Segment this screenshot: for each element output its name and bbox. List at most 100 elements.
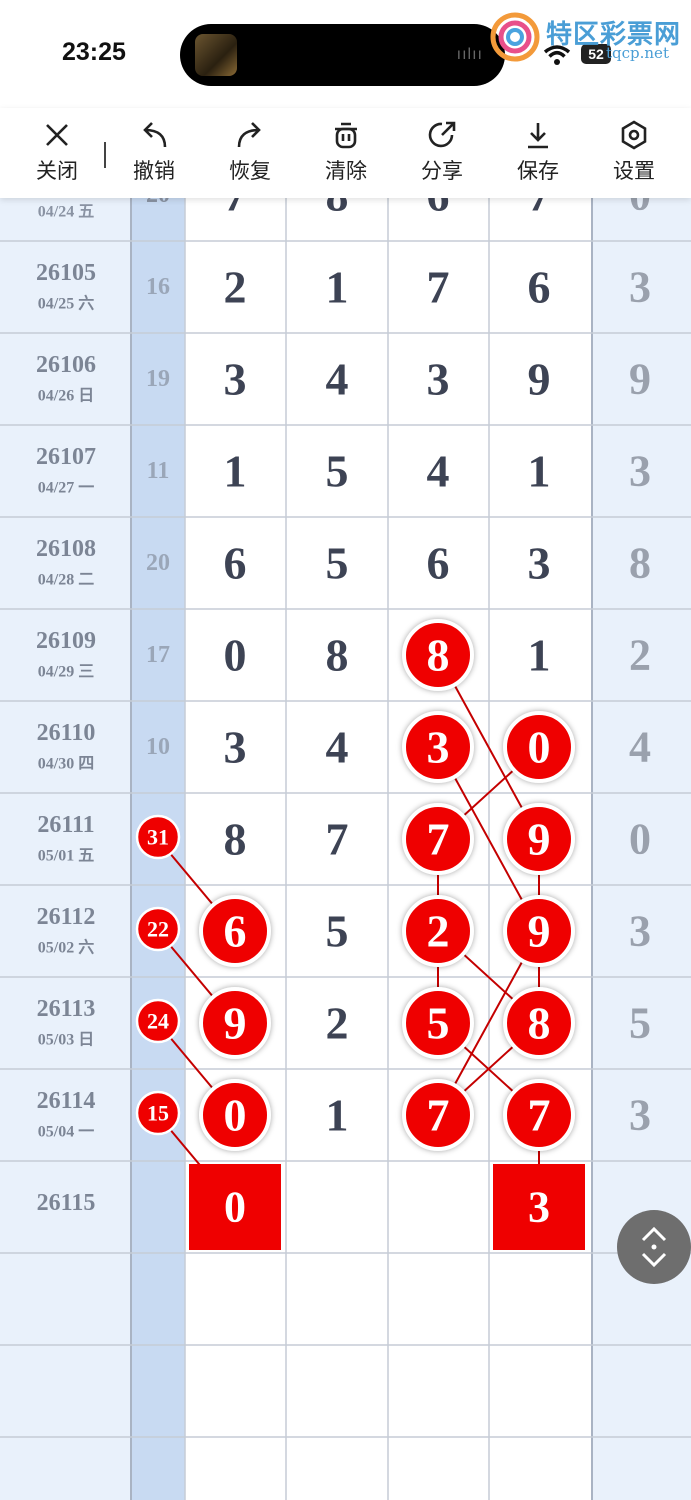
digit-cell: 0	[224, 1183, 246, 1232]
undo-button[interactable]: 撤销	[114, 120, 194, 185]
row-date: 05/02 六	[38, 938, 94, 957]
digit-cell: 8	[326, 630, 349, 681]
status-time: 23:25	[62, 38, 126, 66]
tail-value: 3	[629, 447, 651, 496]
status-bar: 23:25 ıılıı 52 特区彩票网 tqcp.net	[0, 0, 691, 108]
tail-value: 5	[629, 999, 651, 1048]
row-date: 05/01 五	[38, 848, 94, 865]
digit-cell: 5	[326, 538, 349, 589]
digit-cell: 7	[427, 814, 450, 865]
settings-label: 设置	[613, 159, 655, 183]
dynamic-island: ıılıı	[180, 24, 505, 86]
close-label: 关闭	[36, 159, 78, 183]
redo-button[interactable]: 恢复	[210, 120, 290, 185]
issue-column-bg	[0, 190, 131, 1500]
chevron-up-down-icon	[641, 1226, 667, 1268]
row-date: 05/03 日	[38, 1031, 94, 1049]
undo-icon	[143, 122, 167, 148]
redo-icon	[237, 122, 261, 148]
digit-cell: 8	[427, 630, 450, 681]
save-button[interactable]: 保存	[498, 120, 578, 185]
digit-cell: 5	[326, 446, 349, 497]
watermark-url: tqcp.net	[606, 44, 669, 62]
row-date: 05/04 一	[38, 1124, 94, 1141]
download-icon	[528, 123, 548, 149]
row-date: 04/30 四	[38, 756, 94, 773]
scroll-toggle-button[interactable]	[617, 1210, 691, 1284]
digit-cell: 6	[224, 906, 247, 957]
album-art-icon	[195, 34, 237, 76]
row-date: 04/24 五	[38, 204, 94, 221]
tail-value: 8	[629, 539, 651, 588]
trash-icon	[335, 122, 357, 149]
clear-label: 清除	[325, 159, 367, 183]
close-button[interactable]: 关闭	[17, 120, 97, 185]
share-label: 分享	[421, 159, 463, 183]
issue-number: 26105	[36, 260, 96, 286]
digit-cell: 6	[427, 538, 450, 589]
digit-cell: 1	[326, 1090, 349, 1141]
digit-cell: 9	[528, 906, 551, 957]
site-logo-icon	[490, 12, 540, 62]
settings-icon	[621, 120, 647, 150]
sum-value: 20	[146, 550, 170, 576]
redo-label: 恢复	[229, 159, 271, 183]
issue-number: 26106	[36, 352, 96, 378]
digit-cell: 3	[427, 354, 450, 405]
issue-number: 26108	[36, 536, 96, 562]
digit-cell: 3	[427, 722, 450, 773]
close-icon	[46, 124, 68, 146]
issue-number: 26115	[37, 1190, 96, 1216]
digit-cell: 3	[224, 354, 247, 405]
tail-value: 9	[629, 355, 651, 404]
tail-value: 3	[629, 263, 651, 312]
tail-value: 3	[629, 1091, 651, 1140]
row-date: 04/28 二	[38, 572, 94, 589]
issue-number: 26112	[37, 904, 96, 930]
digit-cell: 0	[528, 722, 551, 773]
digit-cell: 2	[326, 998, 349, 1049]
digit-cell: 1	[326, 262, 349, 313]
digit-cell: 6	[528, 262, 551, 313]
undo-label: 撤销	[133, 159, 175, 183]
issue-number: 26107	[36, 444, 96, 470]
row-date: 04/29 三	[38, 664, 94, 681]
clear-button[interactable]: 清除	[306, 120, 386, 185]
digit-cell: 5	[326, 906, 349, 957]
digit-cell: 2	[427, 906, 450, 957]
digit-cell: 9	[528, 814, 551, 865]
digit-cell: 0	[224, 1090, 247, 1141]
digit-cell: 3	[528, 1183, 550, 1232]
sum-value: 16	[146, 274, 170, 300]
digit-cell: 9	[528, 354, 551, 405]
digit-cell: 6	[224, 538, 247, 589]
digit-cell: 7	[427, 1090, 450, 1141]
digit-cell: 4	[326, 722, 349, 773]
digit-cell: 1	[224, 446, 247, 497]
issue-number: 26109	[36, 628, 96, 654]
issue-number: 26111	[37, 812, 94, 838]
share-icon	[428, 121, 456, 148]
sum-value: 19	[146, 366, 170, 392]
tail-value: 2	[629, 631, 651, 680]
audio-wave-icon: ıılıı	[456, 46, 483, 63]
sum-value: 15	[147, 1101, 169, 1126]
digit-cell: 1	[528, 630, 551, 681]
digit-cell: 1	[528, 446, 551, 497]
sum-value: 17	[146, 642, 170, 668]
toolbar-divider	[104, 142, 106, 168]
sum-value: 24	[147, 1009, 169, 1034]
digit-cell: 9	[224, 998, 247, 1049]
sum-value: 11	[147, 458, 170, 484]
sum-value: 22	[147, 917, 169, 942]
settings-button[interactable]: 设置	[594, 120, 674, 185]
digit-cell: 4	[326, 354, 349, 405]
digit-cell: 0	[224, 630, 247, 681]
digit-cell: 2	[224, 262, 247, 313]
share-button[interactable]: 分享	[402, 120, 482, 185]
issue-number: 26113	[37, 996, 96, 1022]
digit-cell: 8	[528, 998, 551, 1049]
tail-value: 4	[629, 723, 651, 772]
tail-value: 0	[629, 815, 651, 864]
toolbar: 关闭 撤销 恢复 清除 分享 保存 设置	[0, 108, 691, 198]
